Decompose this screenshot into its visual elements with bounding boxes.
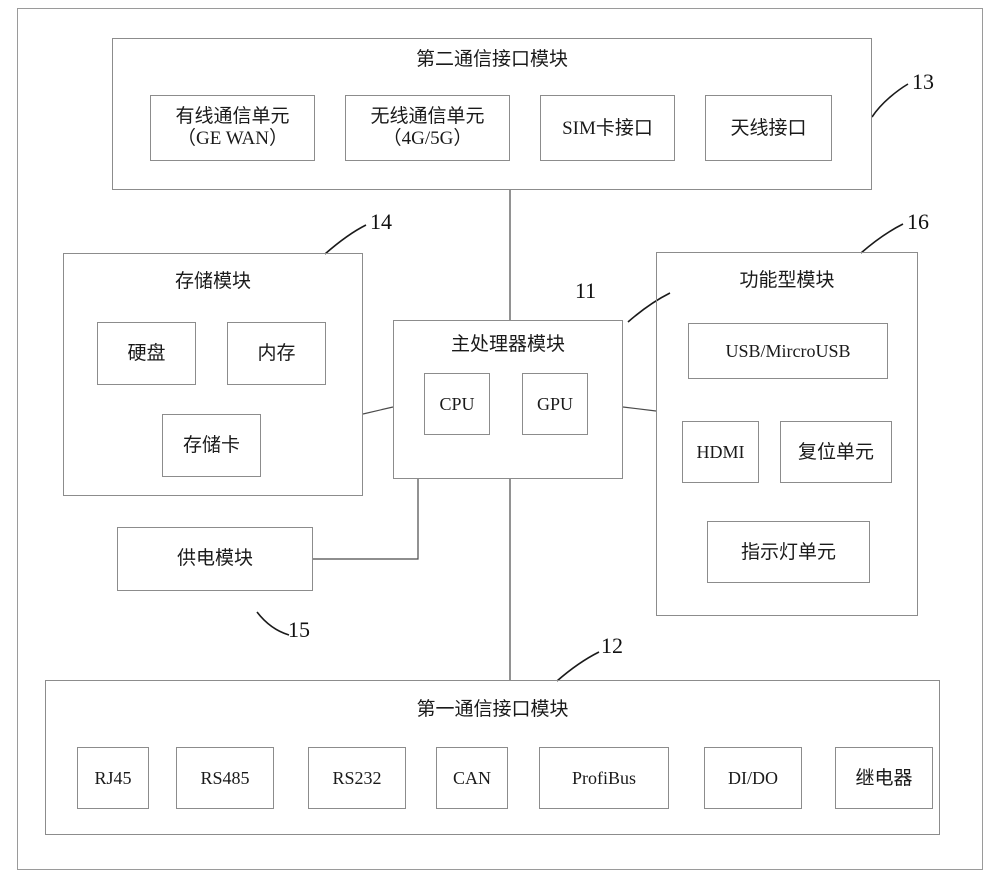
module-first-communication-interface-title: 第一通信接口模块 (416, 699, 569, 720)
unit-gpu-label: GPU (536, 393, 573, 414)
unit-cpu[interactable]: CPU (424, 373, 490, 435)
reference-number-15: 15 (288, 617, 310, 642)
unit-sim-card-interface[interactable]: SIM卡接口 (540, 95, 675, 161)
unit-gpu[interactable]: GPU (522, 373, 588, 435)
module-main-processor[interactable]: 主处理器模块 CPU GPU (393, 320, 623, 479)
unit-rs232[interactable]: RS232 (308, 747, 406, 809)
unit-sim-card-interface-label: SIM卡接口 (562, 117, 653, 139)
unit-memory-card-label: 存储卡 (182, 435, 240, 456)
unit-wired-communication-label-line1: 有线通信单元 (175, 106, 290, 127)
unit-di-do[interactable]: DI/DO (704, 747, 802, 809)
unit-rs232-label: RS232 (332, 767, 382, 788)
module-functional[interactable]: 功能型模块 USB/MircroUSB HDMI 复位单元 指示灯单元 (656, 252, 918, 616)
unit-reset[interactable]: 复位单元 (780, 421, 892, 483)
reference-number-11: 11 (575, 278, 597, 303)
module-storage[interactable]: 存储模块 硬盘 内存 存储卡 (63, 253, 363, 496)
unit-di-do-label: DI/DO (728, 767, 778, 788)
unit-hard-disk-label: 硬盘 (127, 343, 166, 364)
unit-hdmi-label: HDMI (696, 441, 745, 462)
module-second-communication-interface-title: 第二通信接口模块 (415, 49, 568, 70)
module-power-supply-title: 供电模块 (176, 548, 253, 569)
unit-indicator-light-label: 指示灯单元 (740, 541, 836, 563)
unit-usb-microusb-label: USB/MircroUSB (725, 340, 851, 361)
unit-wireless-communication[interactable]: 无线通信单元 （4G/5G） (345, 95, 510, 161)
unit-rj45-label: RJ45 (94, 767, 132, 788)
unit-rs485-label: RS485 (200, 767, 250, 788)
unit-antenna-interface-label: 天线接口 (730, 117, 807, 139)
unit-wired-communication-label-line2: （GE WAN） (176, 128, 288, 149)
unit-wireless-communication-label-line1: 无线通信单元 (370, 106, 485, 127)
unit-hard-disk[interactable]: 硬盘 (97, 322, 196, 385)
reference-number-13: 13 (912, 69, 934, 94)
unit-cpu-label: CPU (439, 393, 475, 414)
module-storage-title: 存储模块 (174, 271, 251, 292)
unit-hdmi[interactable]: HDMI (682, 421, 759, 483)
unit-memory-card[interactable]: 存储卡 (162, 414, 261, 477)
unit-wired-communication[interactable]: 有线通信单元 （GE WAN） (150, 95, 315, 161)
unit-profibus[interactable]: ProfiBus (539, 747, 669, 809)
module-second-communication-interface[interactable]: 第二通信接口模块 有线通信单元 （GE WAN） 无线通信单元 （4G/5G） … (112, 38, 872, 190)
unit-can[interactable]: CAN (436, 747, 508, 809)
unit-usb-microusb[interactable]: USB/MircroUSB (688, 323, 888, 379)
unit-relay-label: 继电器 (855, 767, 913, 789)
unit-profibus-label: ProfiBus (571, 767, 636, 788)
unit-can-label: CAN (452, 767, 491, 788)
reference-number-14: 14 (370, 209, 392, 234)
module-power-supply[interactable]: 供电模块 (117, 527, 313, 591)
unit-rs485[interactable]: RS485 (176, 747, 274, 809)
unit-reset-label: 复位单元 (797, 441, 874, 463)
reference-number-16: 16 (907, 209, 929, 234)
module-main-processor-title: 主处理器模块 (450, 334, 565, 355)
unit-rj45[interactable]: RJ45 (77, 747, 149, 809)
unit-relay[interactable]: 继电器 (835, 747, 933, 809)
unit-memory-label: 内存 (257, 343, 296, 364)
diagram-canvas: 第二通信接口模块 有线通信单元 （GE WAN） 无线通信单元 （4G/5G） … (0, 0, 1000, 882)
unit-antenna-interface[interactable]: 天线接口 (705, 95, 832, 161)
unit-wireless-communication-label-line2: （4G/5G） (382, 128, 473, 149)
reference-number-12: 12 (601, 633, 623, 658)
unit-memory[interactable]: 内存 (227, 322, 326, 385)
module-functional-title: 功能型模块 (739, 270, 835, 291)
unit-indicator-light[interactable]: 指示灯单元 (707, 521, 870, 583)
module-first-communication-interface[interactable]: 第一通信接口模块 RJ45 RS485 RS232 CAN ProfiBus D… (45, 680, 940, 835)
